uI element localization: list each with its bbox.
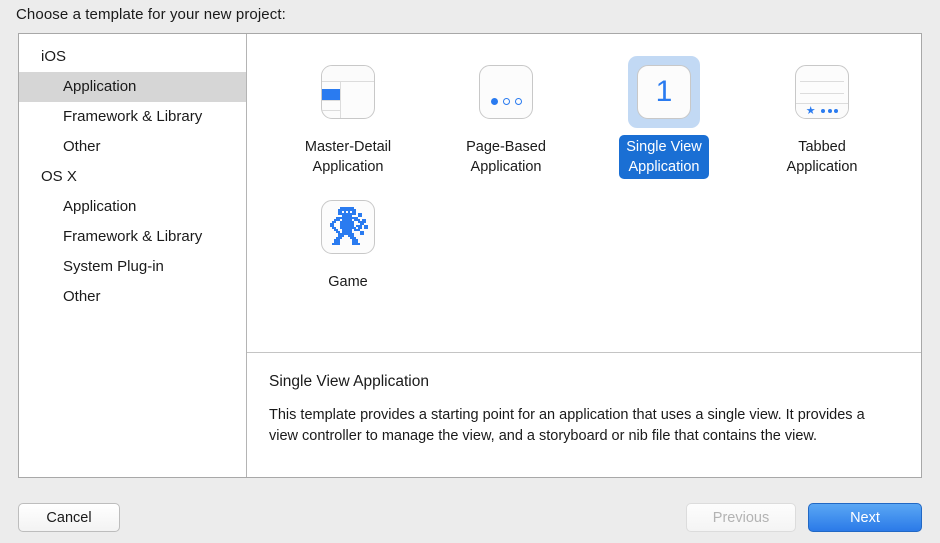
tabbed-content-line <box>800 93 844 94</box>
master-detail-row-line <box>322 110 340 111</box>
tabbed-dot <box>821 109 826 113</box>
sidebar-item-ios-application[interactable]: Application <box>19 72 246 102</box>
sidebar-item-ios-other[interactable]: Other <box>19 132 246 162</box>
previous-button[interactable]: Previous <box>686 503 796 532</box>
template-label-page-based: Page-Based Application <box>466 139 546 175</box>
cancel-button[interactable]: Cancel <box>18 503 120 532</box>
sidebar-item-osx-framework-library[interactable]: Framework & Library <box>19 222 246 252</box>
game-icon-wrap <box>312 191 384 263</box>
next-button[interactable]: Next <box>808 503 922 532</box>
tabbed-more-dots <box>821 109 839 113</box>
sidebar-item-osx-other[interactable]: Other <box>19 282 246 312</box>
template-content-area: Master-Detail Application Page-Based Appli… <box>247 34 921 477</box>
page-based-icon <box>479 65 533 119</box>
template-tile-master-detail[interactable]: Master-Detail Application <box>269 56 427 179</box>
tabbed-tab-bar: ★ <box>796 103 848 118</box>
tabbed-dot <box>834 109 839 113</box>
tabbed-icon: ★ <box>795 65 849 119</box>
sidebar-item-osx-application[interactable]: Application <box>19 192 246 222</box>
sidebar-group-osx: OS X <box>41 168 77 185</box>
page-dot <box>514 98 522 105</box>
page-indicator-dots <box>480 98 532 105</box>
master-detail-icon-wrap <box>312 56 384 128</box>
description-body: This template provides a starting point … <box>269 407 865 444</box>
master-detail-selected-row <box>322 89 340 100</box>
page-based-icon-wrap <box>470 56 542 128</box>
template-label-single-view: Single View Application <box>619 135 709 179</box>
template-label-game: Game <box>328 274 368 290</box>
template-chooser-panel: iOS Application Framework & Library Othe… <box>18 33 922 478</box>
single-view-badge: 1 <box>655 75 673 108</box>
page-dot <box>502 98 510 105</box>
template-tile-tabbed[interactable]: ★ Tabbed Application <box>743 56 901 179</box>
description-title: Single View Application <box>269 373 429 390</box>
single-view-icon-wrap: 1 <box>628 56 700 128</box>
template-description: Single View Application This template pr… <box>247 352 921 477</box>
master-detail-icon <box>321 65 375 119</box>
template-label-tabbed: Tabbed Application <box>786 139 858 175</box>
star-icon: ★ <box>805 104 816 117</box>
master-detail-row-line <box>322 100 340 101</box>
tabbed-dot <box>827 109 832 113</box>
sidebar-group-ios: iOS <box>41 48 67 65</box>
robot-sprite <box>330 207 368 245</box>
template-label-master-detail: Master-Detail Application <box>304 139 392 175</box>
single-view-icon: 1 <box>637 65 691 119</box>
template-tile-page-based[interactable]: Page-Based Application <box>427 56 585 179</box>
template-grid: Master-Detail Application Page-Based Appli… <box>247 34 921 352</box>
tabbed-content-line <box>800 81 844 82</box>
category-sidebar: iOS Application Framework & Library Othe… <box>19 34 247 477</box>
sidebar-item-ios-framework-library[interactable]: Framework & Library <box>19 102 246 132</box>
game-robot-icon <box>321 200 375 254</box>
page-title: Choose a template for your new project: <box>16 6 286 23</box>
tabbed-icon-wrap: ★ <box>786 56 858 128</box>
page-dot-active <box>490 98 498 105</box>
master-detail-titlebar <box>322 66 374 82</box>
sidebar-item-osx-system-plug-in[interactable]: System Plug-in <box>19 252 246 282</box>
template-tile-game[interactable]: Game <box>269 191 427 294</box>
template-tile-single-view[interactable]: 1 Single View Application <box>585 56 743 179</box>
master-detail-divider <box>340 81 341 118</box>
